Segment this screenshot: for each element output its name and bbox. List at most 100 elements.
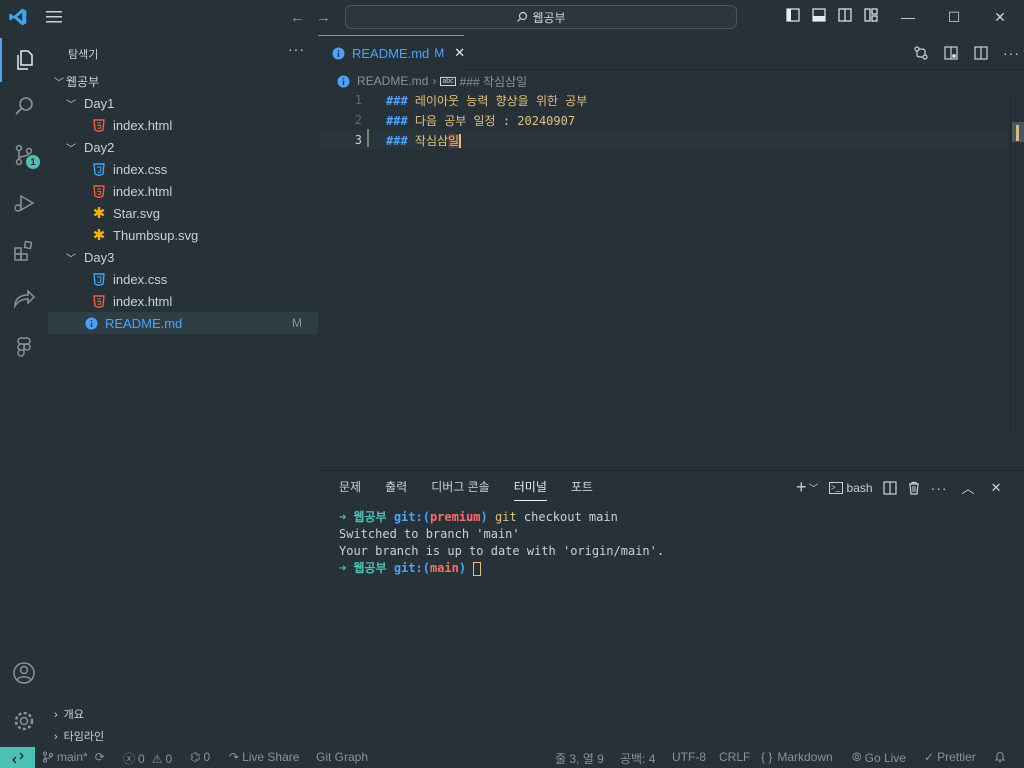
maximize-button[interactable]: ☐: [944, 7, 964, 27]
chevron-right-icon: ›: [54, 709, 58, 721]
close-panel-icon[interactable]: ✕: [991, 480, 1002, 496]
tree-file[interactable]: ✱ Thumbsup.svg: [48, 224, 318, 246]
tab-modified-indicator: M: [434, 46, 445, 60]
close-window-button[interactable]: ✕: [990, 7, 1010, 27]
chevron-down-icon[interactable]: ﹀: [809, 480, 819, 495]
toggle-primary-sidebar-icon[interactable]: [786, 8, 800, 22]
folder-label: Day3: [84, 249, 115, 265]
editor-scrollbar[interactable]: [1010, 92, 1024, 432]
sync-icon[interactable]: ⟳: [95, 750, 105, 764]
error-count: 0: [138, 751, 145, 766]
maximize-panel-icon[interactable]: ︿: [962, 478, 975, 497]
extensions-activity[interactable]: [0, 229, 48, 273]
open-preview-icon[interactable]: [943, 45, 959, 61]
line-text: ### 작심삼일: [386, 133, 462, 148]
folder-label: Day2: [84, 139, 115, 155]
terminal-line: ➜ 웹공부 git:(main): [339, 560, 664, 577]
modified-indicator: M: [292, 316, 302, 330]
error-icon: ⓧ: [123, 752, 136, 766]
ports-status[interactable]: ⌬ 0: [190, 750, 210, 764]
more-actions-icon[interactable]: ···: [1003, 45, 1020, 61]
tab-debug-console[interactable]: 디버그 콘솔: [431, 478, 490, 501]
tree-file[interactable]: index.css: [48, 268, 318, 290]
git-graph-label: Git Graph: [316, 750, 369, 764]
close-tab-icon[interactable]: ✕: [454, 45, 465, 61]
eol-status[interactable]: CRLF: [719, 750, 750, 764]
explorer-title: 탐색기: [68, 49, 99, 61]
figma-activity[interactable]: [0, 325, 48, 369]
problems-status[interactable]: ⓧ 0 ⚠ 0: [123, 750, 172, 767]
gear-icon: [14, 711, 34, 731]
encoding-status[interactable]: UTF-8: [672, 750, 706, 764]
command-center-search[interactable]: 웹공부: [345, 5, 737, 29]
tab-readme[interactable]: README.md M ✕: [318, 35, 465, 70]
toggle-secondary-sidebar-icon[interactable]: [838, 8, 852, 22]
info-file-icon: [336, 74, 350, 88]
info-file-icon: [332, 46, 345, 60]
tree-file-readme[interactable]: README.md M: [48, 312, 318, 334]
language-status[interactable]: { } Markdown: [761, 750, 833, 764]
tree-file[interactable]: index.html: [48, 290, 318, 312]
remote-indicator[interactable]: [0, 747, 35, 768]
git-branch-status[interactable]: main* ⟳: [42, 750, 105, 764]
run-debug-activity[interactable]: [0, 181, 48, 225]
tree-folder-day3[interactable]: ﹀ Day3: [48, 246, 318, 268]
line-number: 2: [354, 113, 362, 127]
tab-problems[interactable]: 문제: [339, 478, 361, 501]
more-actions-icon[interactable]: ···: [931, 480, 948, 496]
activity-bar: 1: [0, 35, 48, 747]
tree-file[interactable]: ✱ Star.svg: [48, 202, 318, 224]
file-label: index.html: [113, 117, 173, 133]
editor-tabs: README.md M ✕ ···: [318, 35, 1024, 70]
tree-folder-day2[interactable]: ﹀ Day2: [48, 136, 318, 158]
branch-name: main*: [57, 750, 88, 764]
scrollbar-cursor-marker: [1016, 125, 1019, 141]
search-activity[interactable]: [0, 84, 48, 128]
tree-file[interactable]: index.html: [48, 114, 318, 136]
file-label: index.css: [113, 271, 168, 287]
outline-section[interactable]: › 개요: [54, 706, 84, 722]
manage-activity[interactable]: [0, 699, 48, 743]
go-live-status[interactable]: ⦾ Go Live: [852, 750, 906, 765]
tab-terminal[interactable]: 터미널: [513, 478, 547, 501]
open-changes-icon[interactable]: [913, 45, 929, 61]
css-file-icon: [92, 162, 106, 176]
breadcrumb-file[interactable]: README.md: [357, 74, 428, 88]
more-actions-icon[interactable]: ···: [288, 41, 305, 57]
scm-badge: 1: [26, 155, 40, 169]
trash-icon[interactable]: [907, 481, 921, 495]
split-terminal-icon[interactable]: [882, 480, 897, 495]
new-terminal-icon[interactable]: +: [796, 477, 807, 498]
cursor-position-status[interactable]: 줄 3, 열 9: [555, 750, 604, 767]
chevron-right-icon: ›: [54, 731, 58, 743]
minimize-button[interactable]: —: [898, 7, 918, 27]
back-arrow-icon[interactable]: ←: [290, 9, 305, 26]
notifications-status[interactable]: [994, 750, 1006, 763]
source-control-activity[interactable]: 1: [0, 133, 48, 177]
tree-file[interactable]: index.css: [48, 158, 318, 180]
breadcrumb-symbol[interactable]: ### 작심삼일: [460, 73, 528, 90]
tab-ports[interactable]: 포트: [571, 478, 593, 501]
hamburger-menu-icon[interactable]: [44, 9, 64, 25]
live-share-activity[interactable]: [0, 277, 48, 321]
code-editor[interactable]: 1 ### 레이아웃 능력 향상을 위한 공부 2 ### 다음 공부 일정 :…: [318, 92, 1024, 432]
cursor-position: 줄 3, 열 9: [555, 752, 604, 766]
timeline-section[interactable]: › 타임라인: [54, 728, 104, 744]
tree-root-folder[interactable]: ﹀ 웹공부: [48, 70, 318, 92]
forward-arrow-icon[interactable]: →: [316, 9, 331, 26]
git-graph-status[interactable]: Git Graph: [316, 750, 368, 764]
terminal-output[interactable]: ➜ 웹공부 git:(premium) git checkout main Sw…: [339, 509, 664, 577]
split-editor-icon[interactable]: [973, 45, 989, 61]
indentation-status[interactable]: 공백: 4: [620, 750, 655, 767]
customize-layout-icon[interactable]: [864, 8, 878, 22]
explorer-activity[interactable]: [0, 38, 48, 82]
shell-name[interactable]: bash: [847, 481, 873, 495]
accounts-activity[interactable]: [0, 651, 48, 695]
live-share-status[interactable]: ↷ Live Share: [229, 750, 299, 764]
toggle-panel-icon[interactable]: [812, 8, 826, 22]
svg-file-icon: ✱: [92, 205, 106, 222]
tab-output[interactable]: 출력: [385, 478, 407, 501]
tree-folder-day1[interactable]: ﹀ Day1: [48, 92, 318, 114]
tree-file[interactable]: index.html: [48, 180, 318, 202]
prettier-status[interactable]: ✓ Prettier: [924, 750, 976, 764]
